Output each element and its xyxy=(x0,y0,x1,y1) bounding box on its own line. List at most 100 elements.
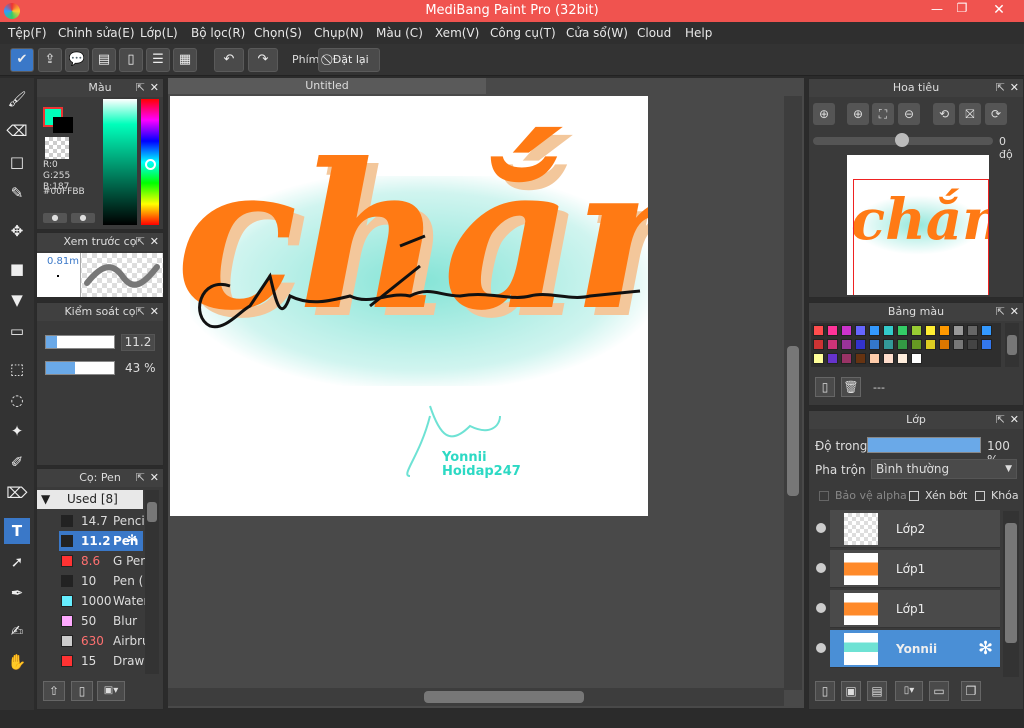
eyedropper-tool-icon[interactable]: ✍ xyxy=(4,618,30,644)
brush-tool-icon[interactable]: 🖌 xyxy=(4,86,30,112)
menu-window[interactable]: Cửa sổ(W) xyxy=(566,26,628,40)
lock-checkbox[interactable] xyxy=(975,491,985,501)
palette-swatch[interactable] xyxy=(813,325,824,336)
vertical-scrollbar[interactable] xyxy=(784,96,802,690)
navigator-thumbnail[interactable]: chắn xyxy=(847,155,989,295)
layer-row[interactable]: Lớp2 xyxy=(816,510,1000,548)
layer-row[interactable]: Lớp1 xyxy=(816,550,1000,588)
palette-swatch[interactable] xyxy=(869,325,880,336)
fit-window-button[interactable]: ⛝ xyxy=(959,103,981,125)
clipping-checkbox[interactable] xyxy=(909,491,919,501)
palette-swatch[interactable] xyxy=(939,325,950,336)
eye-icon[interactable] xyxy=(816,643,826,653)
gear-icon[interactable]: ✻ xyxy=(978,638,993,659)
palette-swatch[interactable] xyxy=(855,339,866,350)
menu-help[interactable]: Help xyxy=(685,26,712,40)
horizontal-scrollbar[interactable] xyxy=(168,688,784,706)
move-tool-icon[interactable]: ✥ xyxy=(4,218,30,244)
folder-button[interactable]: ▭ xyxy=(929,681,949,701)
divide-tool-icon[interactable]: ✒ xyxy=(4,580,30,606)
add-color-button[interactable]: ● xyxy=(43,213,67,223)
comment-button[interactable]: 💬 xyxy=(65,48,89,72)
close-icon[interactable]: ✕ xyxy=(1010,303,1019,321)
lasso-tool-icon[interactable]: ◌ xyxy=(4,387,30,413)
select-tool-icon[interactable]: ⬚ xyxy=(4,356,30,382)
brush-item[interactable]: 15 Drawi xyxy=(59,651,179,671)
rotation-handle[interactable] xyxy=(895,133,909,147)
magic-wand-tool-icon[interactable]: ✦ xyxy=(4,418,30,444)
eraser-tool-icon[interactable]: ⌫ xyxy=(4,118,30,144)
new-brush-button[interactable]: ▯ xyxy=(71,681,93,701)
document-button[interactable]: ▯ xyxy=(119,48,143,72)
palette-swatch[interactable] xyxy=(869,339,880,350)
popout-icon[interactable]: ⇱ xyxy=(136,233,145,251)
brush-item[interactable]: 630 Airbru xyxy=(59,631,179,651)
remove-color-button[interactable]: ● xyxy=(71,213,95,223)
layer-menu-button[interactable]: ▯▾ xyxy=(895,681,923,701)
brush-menu-button[interactable]: ▣▾ xyxy=(97,681,125,701)
rotate-left-button[interactable]: ⟲ xyxy=(933,103,955,125)
grid-button[interactable]: ▦ xyxy=(173,48,197,72)
scroll-thumb[interactable] xyxy=(787,346,799,496)
gear-icon[interactable]: ✻ xyxy=(127,532,137,546)
menu-file[interactable]: Tệp(F) xyxy=(8,26,47,40)
viewport-frame[interactable] xyxy=(853,179,989,295)
brush-item[interactable]: 10 Pen ( xyxy=(59,571,179,591)
close-icon[interactable]: ✕ xyxy=(150,469,159,487)
transparent-color-swatch[interactable] xyxy=(45,137,69,159)
menu-filter[interactable]: Bộ lọc(R) xyxy=(191,26,245,40)
palette-swatch[interactable] xyxy=(953,339,964,350)
palette-swatch[interactable] xyxy=(813,339,824,350)
zoom-actual-button[interactable]: ⛶ xyxy=(872,103,894,125)
duplicate-layer-button[interactable]: ❐ xyxy=(961,681,981,701)
close-icon[interactable]: ✕ xyxy=(150,233,159,251)
brush-size-field[interactable]: 11.2 xyxy=(121,334,155,351)
menu-edit[interactable]: Chỉnh sửa(E) xyxy=(58,26,135,40)
select-pen-tool-icon[interactable]: ✐ xyxy=(4,449,30,475)
palette-swatch[interactable] xyxy=(981,325,992,336)
minimize-button[interactable]: — xyxy=(925,2,949,18)
brush-size-slider[interactable] xyxy=(45,335,115,349)
palette-swatch[interactable] xyxy=(925,339,936,350)
text-tool-icon[interactable]: T xyxy=(4,518,30,544)
palette-swatch[interactable] xyxy=(911,353,922,364)
canvas-tab[interactable]: Untitled xyxy=(168,78,486,94)
close-icon[interactable]: ✕ xyxy=(150,79,159,97)
palette-swatch[interactable] xyxy=(925,325,936,336)
menu-layer[interactable]: Lớp(L) xyxy=(140,26,178,40)
select-eraser-tool-icon[interactable]: ⌦ xyxy=(4,480,30,506)
shape-tool-icon[interactable]: □ xyxy=(4,149,30,175)
close-icon[interactable]: ✕ xyxy=(150,303,159,321)
palette-swatch[interactable] xyxy=(883,325,894,336)
saturation-value-field[interactable] xyxy=(103,99,137,225)
eye-icon[interactable] xyxy=(816,523,826,533)
chat-button[interactable]: ▤ xyxy=(92,48,116,72)
operation-tool-icon[interactable]: ➚ xyxy=(4,549,30,575)
palette-swatch[interactable] xyxy=(939,339,950,350)
list-button[interactable]: ☰ xyxy=(146,48,170,72)
brush-list-scrollbar[interactable] xyxy=(145,490,159,674)
popout-icon[interactable]: ⇱ xyxy=(136,303,145,321)
brush-item[interactable]: 14.7 Pencil xyxy=(59,511,179,531)
palette-swatch[interactable] xyxy=(897,325,908,336)
scroll-thumb[interactable] xyxy=(147,502,157,522)
new-palette-color-button[interactable]: ▯ xyxy=(815,377,835,397)
scroll-thumb[interactable] xyxy=(1007,335,1017,355)
palette-swatch[interactable] xyxy=(827,325,838,336)
undo-button[interactable]: ↶ xyxy=(214,48,244,72)
popout-icon[interactable]: ⇱ xyxy=(996,411,1005,429)
scroll-thumb[interactable] xyxy=(1005,523,1017,643)
palette-swatch[interactable] xyxy=(911,325,922,336)
palette-swatch[interactable] xyxy=(911,339,922,350)
palette-scrollbar[interactable] xyxy=(1005,323,1019,367)
menu-tools[interactable]: Công cụ(T) xyxy=(490,26,556,40)
add-layer-button[interactable]: ▯ xyxy=(815,681,835,701)
add-1bit-layer-button[interactable]: ▤ xyxy=(867,681,887,701)
eye-icon[interactable] xyxy=(816,603,826,613)
layers-scrollbar[interactable] xyxy=(1003,511,1019,677)
palette-swatch[interactable] xyxy=(897,353,908,364)
eye-icon[interactable] xyxy=(816,563,826,573)
palette-swatch[interactable] xyxy=(827,353,838,364)
palette-swatch[interactable] xyxy=(813,353,824,364)
zoom-in-button[interactable]: ⊕ xyxy=(847,103,869,125)
